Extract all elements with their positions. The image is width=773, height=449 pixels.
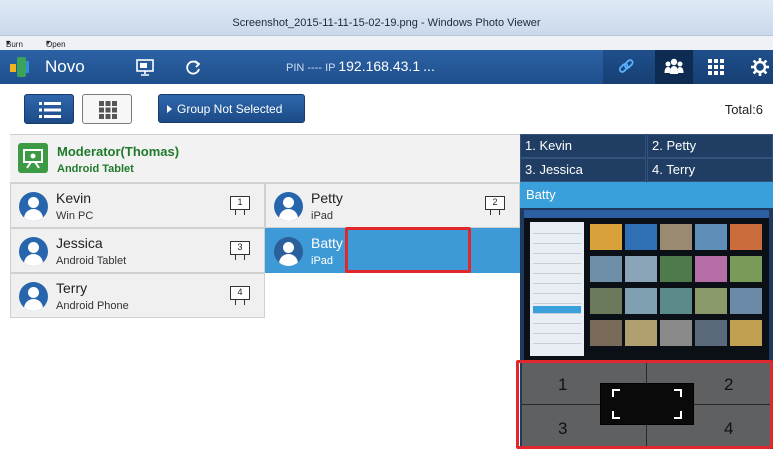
- quadrant-1[interactable]: 1. Kevin: [520, 134, 646, 158]
- participant-petty[interactable]: Petty iPad 2: [265, 183, 520, 228]
- gear-icon[interactable]: [747, 55, 773, 79]
- list-view-button[interactable]: [24, 94, 74, 124]
- top-right-actions: [603, 50, 773, 84]
- participant-name: Jessica: [56, 235, 103, 251]
- presentation-panel: 1. Kevin 2. Petty 3. Jessica 4. Terry Ba…: [516, 134, 773, 449]
- presentation-screen-icon[interactable]: 1: [230, 196, 250, 215]
- more-ellipsis[interactable]: ...: [423, 58, 435, 74]
- grid-icon: [99, 101, 117, 119]
- participant-jessica[interactable]: Jessica Android Tablet 3: [10, 228, 265, 273]
- preview-sidebar: [530, 222, 584, 356]
- preview-title: Batty: [520, 182, 773, 208]
- window-menu-bar: Burn ▾ Open ▾: [0, 36, 773, 50]
- presentation-screen-icon[interactable]: 3: [230, 241, 250, 260]
- participant-name: Kevin: [56, 190, 92, 206]
- grid-icon[interactable]: [703, 55, 729, 79]
- screen-share-icon[interactable]: [132, 55, 158, 79]
- highlight-box: [516, 360, 773, 449]
- app-name: Novo: [45, 57, 85, 76]
- participant-device: iPad: [311, 210, 334, 222]
- highlight-box: [345, 227, 471, 273]
- view-toolbar: Group Not Selected Total:6: [10, 84, 773, 134]
- participant-kevin[interactable]: Kevin Win PC 1: [10, 183, 265, 228]
- participant-name: Petty: [311, 190, 343, 206]
- moderator-icon: [18, 143, 48, 173]
- moderator-row[interactable]: Moderator(Thomas) Android Tablet: [10, 135, 520, 183]
- list-icon: [39, 102, 61, 118]
- menu-burn[interactable]: Burn ▾: [6, 38, 23, 49]
- participant-name: Terry: [56, 280, 88, 296]
- link-icon[interactable]: [613, 55, 639, 79]
- user-avatar-icon: [19, 237, 48, 266]
- user-avatar-icon: [19, 282, 48, 311]
- presentation-screen-icon[interactable]: 4: [230, 286, 250, 305]
- quadrant-assignments: 1. Kevin 2. Petty 3. Jessica 4. Terry: [520, 134, 773, 182]
- participant-device: Android Phone: [56, 300, 129, 312]
- quadrant-2[interactable]: 2. Petty: [647, 134, 773, 158]
- quadrant-4[interactable]: 4. Terry: [647, 158, 773, 182]
- users-icon[interactable]: [655, 50, 693, 84]
- participant-terry[interactable]: Terry Android Phone 4: [10, 273, 265, 318]
- preview-thumbnails: [588, 222, 766, 356]
- user-avatar-icon: [19, 192, 48, 221]
- screen-preview: [524, 210, 769, 360]
- participant-device: Win PC: [56, 210, 94, 222]
- refresh-icon[interactable]: [180, 55, 206, 79]
- participant-name: Batty: [311, 235, 343, 251]
- presentation-screen-icon[interactable]: 2: [485, 196, 505, 215]
- pin-ip-display: PIN ---- IP 192.168.43.1 ...: [286, 58, 435, 74]
- novo-logo-icon: [10, 57, 30, 77]
- caret-right-icon: [167, 105, 172, 113]
- app-top-bar: Novo PIN ---- IP 192.168.43.1 ...: [0, 50, 773, 84]
- grid-view-button[interactable]: [82, 94, 132, 124]
- pin-label: PIN ---- IP: [286, 62, 336, 74]
- participant-device: Android Tablet: [56, 255, 127, 267]
- moderator-name: Moderator(Thomas): [57, 144, 180, 159]
- window-title: Screenshot_2015-11-11-15-02-19.png - Win…: [232, 17, 541, 29]
- participant-panel: Moderator(Thomas) Android Tablet Kevin W…: [10, 134, 520, 449]
- ip-address: 192.168.43.1: [338, 58, 421, 74]
- menu-open[interactable]: Open ▾: [46, 38, 66, 49]
- participant-device: iPad: [311, 255, 334, 267]
- moderator-device: Android Tablet: [57, 163, 134, 175]
- quadrant-3[interactable]: 3. Jessica: [520, 158, 646, 182]
- total-count: Total:6: [724, 102, 763, 117]
- group-select-button[interactable]: Group Not Selected: [158, 94, 305, 123]
- user-avatar-icon: [274, 237, 303, 266]
- user-avatar-icon: [274, 192, 303, 221]
- window-title-bar: Screenshot_2015-11-11-15-02-19.png - Win…: [0, 0, 773, 36]
